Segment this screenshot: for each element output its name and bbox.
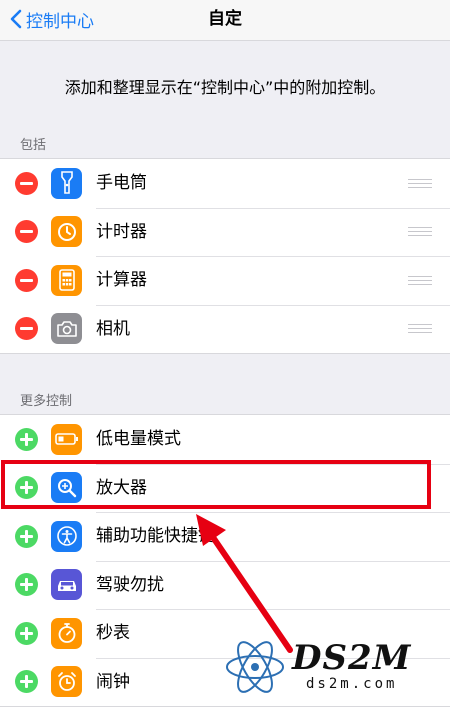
watermark-url: ds2m.com [306, 676, 398, 692]
watermark-brand: DS2M [292, 638, 412, 678]
atom-logo-icon [226, 641, 284, 693]
annotation-arrow-icon [196, 514, 293, 653]
watermark: DS2M ds2m.com [222, 630, 450, 704]
